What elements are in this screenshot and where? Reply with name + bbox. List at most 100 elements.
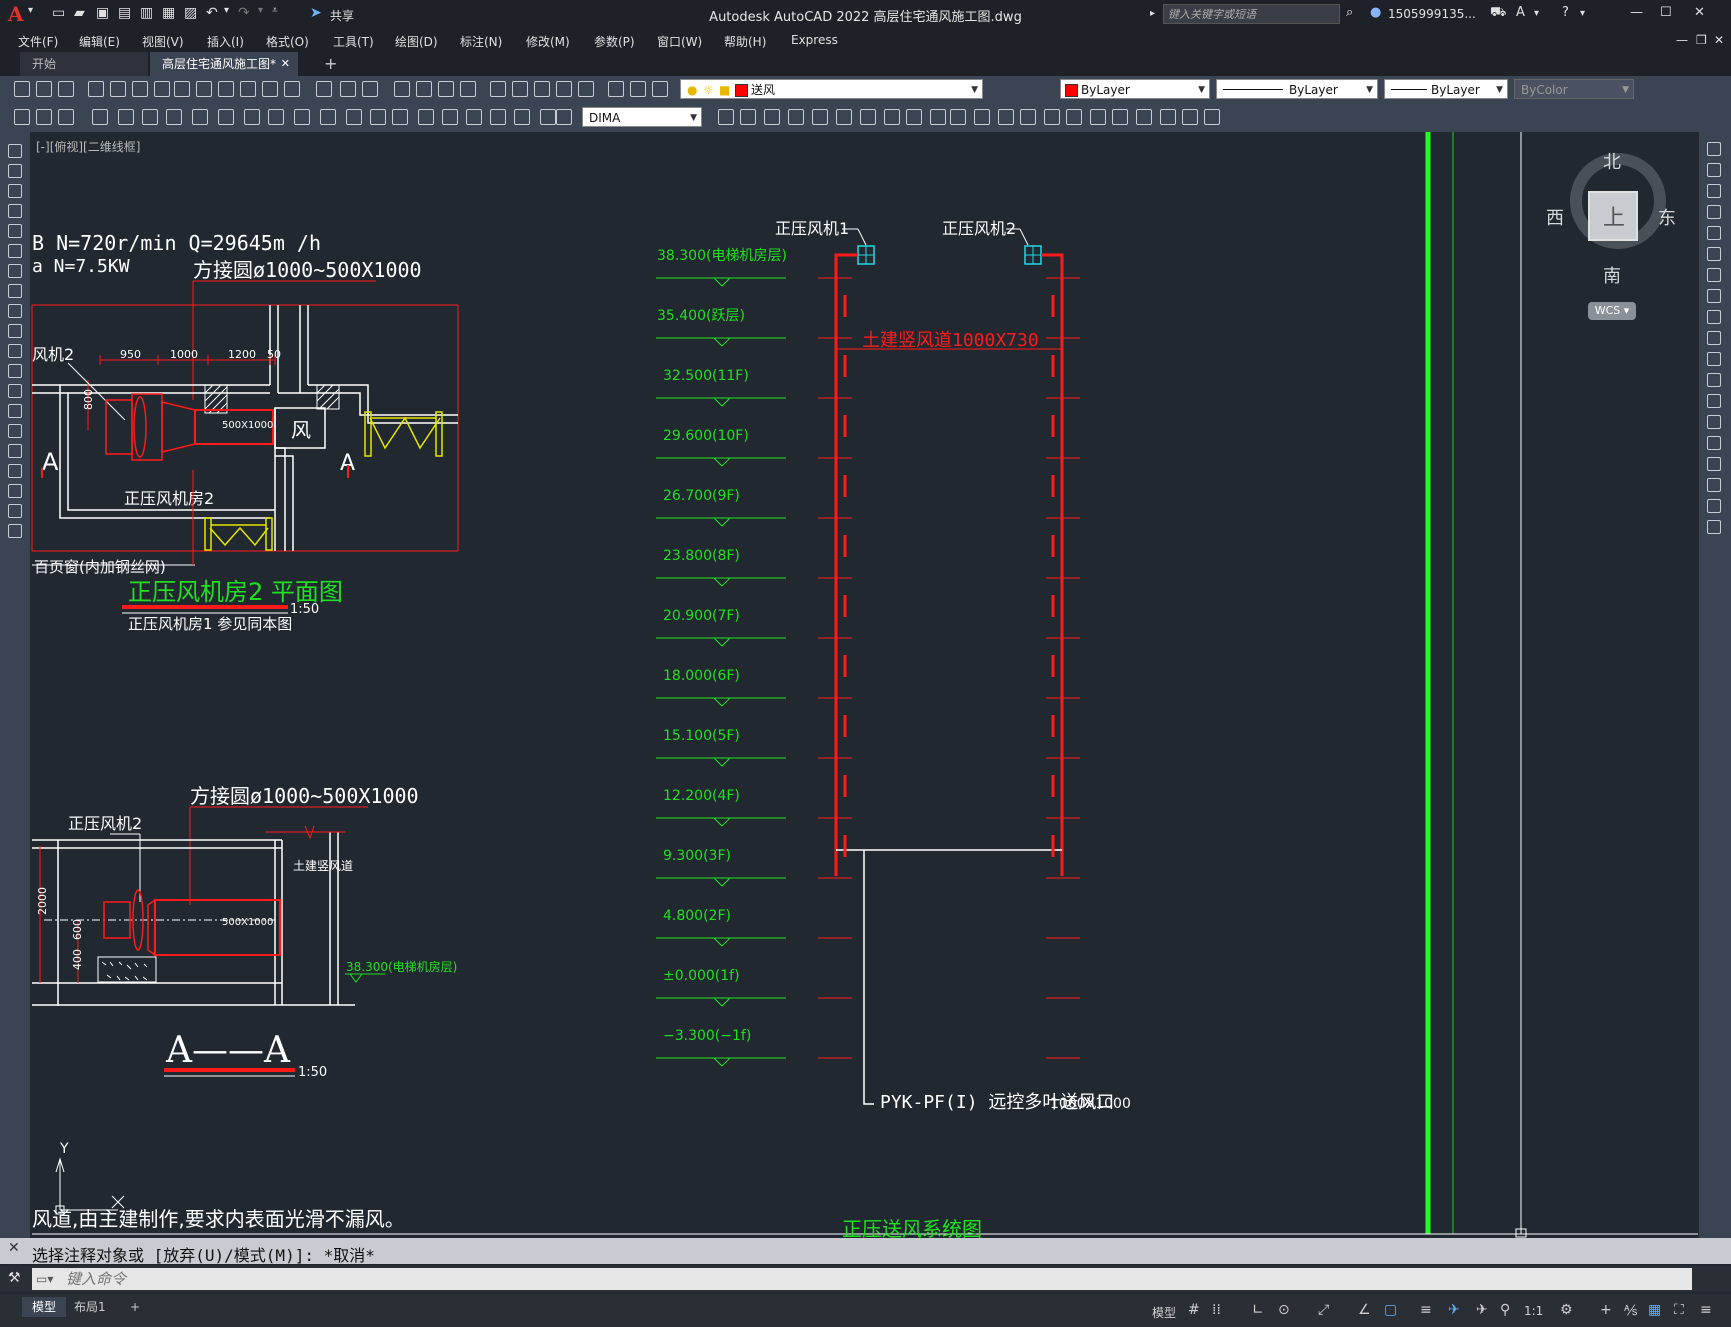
dim-800: 800 <box>82 389 95 410</box>
section-scale: 1:50 <box>298 1065 327 1080</box>
louver-label: 百页窗(内加钢丝网) <box>34 558 166 576</box>
tab-model[interactable]: 模型 <box>22 1297 67 1317</box>
dim-50: 50 <box>267 348 281 361</box>
osnap-tracking-icon[interactable]: ∠ <box>1358 1302 1371 1318</box>
command-history: ✕ 选择注释对象或 [放弃(U)/模式(M)]: *取消* <box>0 1238 1731 1265</box>
cad-drawing: B N=720r/min Q=29645m /h a N=7.5KW 方接圆ø1… <box>31 132 1698 1241</box>
auto-scale-icon[interactable]: ✈ <box>1476 1302 1488 1318</box>
dim-2000: 2000 <box>36 887 49 915</box>
level-marker <box>713 457 731 467</box>
system-diagram: 正压风机1 正压风机2 土建竖风道1000X730 PYK-PF(I) 远控多叶… <box>775 219 1131 1241</box>
fan-2-label: 风机2 <box>32 345 74 364</box>
snap-icon[interactable]: ⁞⁞ <box>1212 1302 1221 1318</box>
fan1-label: 正压风机1 <box>775 219 849 238</box>
floor-levels: 38.300(电梯机房层) 35.400(跃层) 32.500(11F) 29.600… <box>656 248 1080 1067</box>
shaft-dashes <box>843 295 1055 857</box>
transition-label: 方接圆ø1000~500X1000 <box>193 258 422 282</box>
room-label: 正压风机房2 <box>124 489 214 508</box>
bottom-note: 风道,由主建制作,要求内表面光滑不漏风。 <box>32 1207 405 1231</box>
annotation-scale-icon[interactable]: ⚲ <box>1500 1302 1510 1318</box>
level-marker <box>713 937 731 947</box>
level-label: 20.900(7F) <box>663 608 740 624</box>
fan2-label: 正压风机2 <box>942 219 1016 238</box>
level-marker <box>713 517 731 527</box>
fan-spec-1: B N=720r/min Q=29645m /h <box>32 231 321 255</box>
model-space-button[interactable]: 模型 <box>1152 1304 1176 1321</box>
dim-950: 950 <box>120 348 141 361</box>
units-icon[interactable]: ⅍ <box>1624 1302 1637 1319</box>
recent-commands-icon[interactable]: ▭▾ <box>36 1272 53 1286</box>
level-marker <box>713 817 731 827</box>
level-marker <box>713 397 731 407</box>
level-label: 32.500(11F) <box>663 368 749 384</box>
level-marker <box>713 997 731 1007</box>
customize-cmd-icon[interactable]: ⚒ <box>8 1270 21 1286</box>
dim-1200: 1200 <box>228 348 256 361</box>
section-fan-label: 正压风机2 <box>68 814 142 833</box>
dim-600: 600 <box>71 919 84 940</box>
feng-label: 风 <box>291 418 311 442</box>
level-label: 29.600(10F) <box>663 428 749 444</box>
command-input[interactable] <box>32 1268 1692 1290</box>
customization-icon[interactable]: ≡ <box>1700 1302 1712 1318</box>
viewcube-north[interactable]: 北 <box>1603 148 1621 174</box>
viewcube-east[interactable]: 东 <box>1658 204 1676 230</box>
plan-duct-size: 500X1000 <box>222 420 273 431</box>
status-bar: 模型 布局1 + 模型 # ⁞⁞ ∟ ⊙ ⤢ ∠ ▢ ≡ ✈ ✈ ⚲ 1:1 ⚙… <box>0 1294 1731 1327</box>
dim-1000: 1000 <box>170 348 198 361</box>
add-layout-button[interactable]: + <box>120 1297 150 1317</box>
level-marker <box>713 577 731 587</box>
level-marker <box>713 637 731 647</box>
level-label: 35.400(跃层) <box>657 308 745 324</box>
workspace-gear-icon[interactable]: ⚙ <box>1560 1302 1573 1318</box>
level-label: 23.800(8F) <box>663 548 740 564</box>
level-label: 4.800(2F) <box>663 908 731 924</box>
section-view: 方接圆ø1000~500X1000 正压风机2 土建竖风道 2000 600 4… <box>32 784 457 1080</box>
ortho-icon[interactable]: ∟ <box>1252 1302 1264 1318</box>
level-marker <box>713 1057 731 1067</box>
command-history-text: 选择注释对象或 [放弃(U)/模式(M)]: *取消* <box>32 1246 375 1265</box>
command-line: ⚒ ▭▾ <box>0 1266 1731 1292</box>
section-elev-label: 38.300(电梯机房层) <box>346 959 457 974</box>
level-label: 9.300(3F) <box>663 848 731 864</box>
viewcube-south[interactable]: 南 <box>1603 262 1621 288</box>
isodraft-icon[interactable]: ⤢ <box>1318 1302 1329 1318</box>
section-a-left: A <box>42 448 59 476</box>
level-label: 38.300(电梯机房层) <box>657 248 787 264</box>
wcs-label: WCS <box>1594 304 1621 317</box>
fullscreen-icon[interactable]: ⛶ <box>1674 1302 1684 1318</box>
grid-icon[interactable]: # <box>1188 1302 1200 1318</box>
viewcube-west[interactable]: 西 <box>1546 204 1564 230</box>
wcs-menu[interactable]: WCS ▾ <box>1588 302 1636 320</box>
osnap-icon[interactable]: ▢ <box>1384 1302 1397 1318</box>
section-title: A——A <box>165 1030 291 1071</box>
close-cmd-icon[interactable]: ✕ <box>8 1240 20 1256</box>
annotation-visibility-icon[interactable]: ✈ <box>1448 1302 1460 1318</box>
level-label: 18.000(6F) <box>663 668 740 684</box>
level-label: ±0.000(1f) <box>663 968 740 984</box>
damper-size: 1000X1000 <box>1050 1096 1131 1112</box>
level-marker <box>713 277 731 287</box>
level-marker <box>713 337 731 347</box>
tab-layout1[interactable]: 布局1 <box>64 1297 116 1317</box>
level-label: 26.700(9F) <box>663 488 740 504</box>
scale-value[interactable]: 1:1 <box>1524 1304 1543 1318</box>
lineweight-icon[interactable]: ≡ <box>1420 1302 1432 1318</box>
level-marker <box>713 757 731 767</box>
ucs-y-label: Y <box>59 1141 69 1157</box>
section-shaft-label: 土建竖风道 <box>293 859 353 873</box>
ucs-icon <box>55 1157 125 1215</box>
level-label: 15.100(5F) <box>663 728 740 744</box>
level-label: −3.300(−1f) <box>663 1028 751 1044</box>
section-transition-label: 方接圆ø1000~500X1000 <box>190 784 419 808</box>
plus-icon[interactable]: + <box>1600 1302 1612 1318</box>
polar-icon[interactable]: ⊙ <box>1278 1302 1290 1318</box>
dim-400: 400 <box>71 949 84 970</box>
plan-scale: 1:50 <box>290 602 319 617</box>
level-marker <box>713 877 731 887</box>
quick-properties-icon[interactable]: ▦ <box>1648 1302 1661 1318</box>
shaft-label: 土建竖风道1000X730 <box>862 330 1039 351</box>
level-marker <box>713 697 731 707</box>
fan-spec-2: a N=7.5KW <box>32 256 130 277</box>
viewcube-top-label: 上 <box>1603 206 1626 231</box>
